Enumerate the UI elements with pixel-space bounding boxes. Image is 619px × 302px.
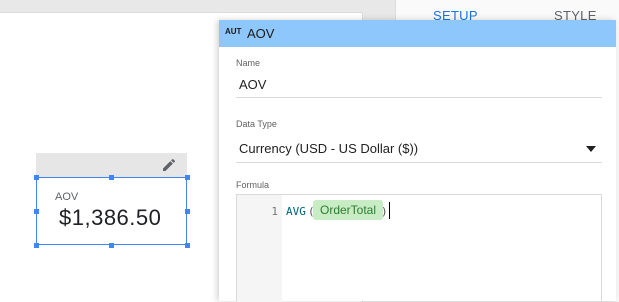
caret-down-icon[interactable] (586, 146, 596, 152)
resize-handle[interactable] (185, 175, 190, 180)
resize-handle[interactable] (34, 175, 39, 180)
auto-field-badge: AUT (225, 27, 242, 36)
formula-editor[interactable]: 1 AVG ( OrderTotal ) (236, 194, 602, 302)
chart-toolbar (36, 153, 187, 177)
field-chip[interactable]: OrderTotal (313, 200, 384, 220)
resize-handle[interactable] (34, 209, 39, 214)
resize-handle[interactable] (109, 175, 114, 180)
text-cursor (389, 202, 390, 219)
pencil-icon[interactable] (161, 157, 177, 173)
datatype-select[interactable]: Currency (USD - US Dollar ($)) (239, 141, 418, 156)
scorecard-label: AOV (55, 191, 79, 203)
dialog-title: AOV (247, 26, 275, 41)
field-editor-dialog: AUT AOV Name AOV Data Type Currency (USD… (219, 20, 616, 302)
resize-handle[interactable] (185, 209, 190, 214)
resize-handle[interactable] (109, 243, 114, 248)
datatype-underline (236, 162, 602, 163)
resize-handle[interactable] (185, 243, 190, 248)
formula-label: Formula (236, 180, 270, 190)
formula-close-paren: ) (381, 205, 388, 218)
line-number: 1 (271, 205, 278, 218)
dialog-header: AUT AOV (219, 20, 616, 47)
name-input[interactable]: AOV (239, 77, 266, 92)
resize-handle[interactable] (34, 243, 39, 248)
scorecard-chart[interactable]: AOV $1,386.50 (36, 177, 187, 245)
name-underline (236, 97, 602, 98)
name-label: Name (236, 58, 261, 68)
line-gutter: 1 (237, 195, 282, 302)
datatype-label: Data Type (236, 119, 277, 129)
formula-function: AVG (286, 205, 306, 218)
scorecard-value: $1,386.50 (59, 205, 162, 230)
